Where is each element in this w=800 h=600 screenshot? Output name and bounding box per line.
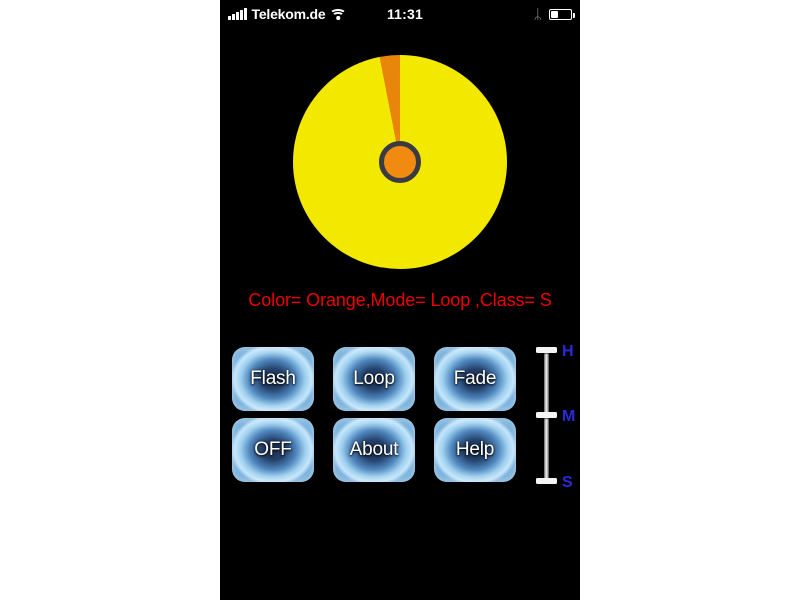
- slider-label-minutes: M: [562, 408, 576, 425]
- about-button-label: About: [349, 439, 399, 460]
- status-bar-right: ᛦ: [533, 0, 575, 28]
- about-button[interactable]: About: [333, 418, 415, 482]
- loop-button[interactable]: Loop: [333, 347, 415, 411]
- help-button-label: Help: [455, 439, 495, 460]
- status-text: Color= Orange,Mode= Loop ,Class= S: [248, 290, 552, 310]
- page-root: Telekom.de 11:31 ᛦ Color= Orange,Mode= L…: [0, 0, 800, 600]
- slider-tick-top[interactable]: [536, 347, 557, 353]
- slider-label-seconds: S: [562, 474, 573, 491]
- battery-icon: [549, 8, 575, 20]
- off-button-label: OFF: [254, 439, 292, 460]
- color-wheel[interactable]: [293, 55, 507, 269]
- help-button[interactable]: Help: [434, 418, 516, 482]
- speed-slider[interactable]: H M S: [532, 343, 580, 491]
- slider-label-hours: H: [562, 343, 574, 360]
- color-wheel-center-hub[interactable]: [379, 141, 421, 183]
- slider-tick-bottom[interactable]: [536, 478, 557, 484]
- flash-button[interactable]: Flash: [232, 347, 314, 411]
- bluetooth-icon: ᛦ: [533, 6, 542, 22]
- button-grid: Flash Loop Fade OFF About Help: [232, 347, 524, 482]
- fade-button-label: Fade: [453, 368, 497, 389]
- flash-button-label: Flash: [250, 368, 296, 389]
- phone-screen: Telekom.de 11:31 ᛦ Color= Orange,Mode= L…: [220, 0, 580, 600]
- slider-thumb-middle[interactable]: [536, 412, 557, 418]
- loop-button-label: Loop: [353, 368, 395, 389]
- status-bar: Telekom.de 11:31 ᛦ: [220, 0, 580, 28]
- off-button[interactable]: OFF: [232, 418, 314, 482]
- status-bar-clock: 11:31: [386, 6, 424, 22]
- fade-button[interactable]: Fade: [434, 347, 516, 411]
